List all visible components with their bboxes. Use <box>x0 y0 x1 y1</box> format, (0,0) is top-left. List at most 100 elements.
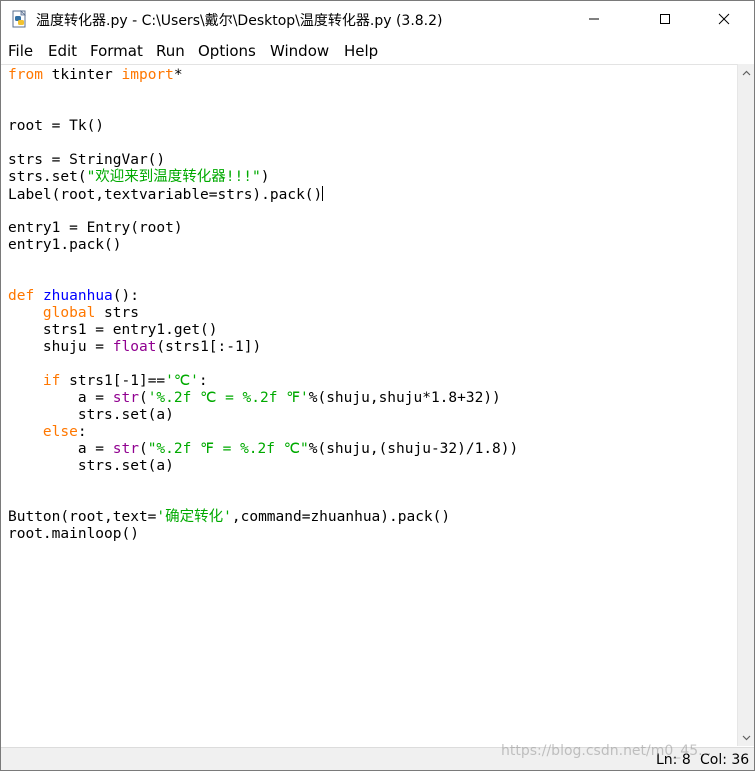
code-token: ( <box>138 390 148 406</box>
title-bar[interactable]: 温度转化器.py - C:\Users\戴尔\Desktop\温度转化器.py … <box>1 1 754 37</box>
code-line[interactable]: root = Tk() <box>8 118 518 135</box>
code-line[interactable]: global strs <box>8 305 518 322</box>
minimize-icon <box>589 18 599 20</box>
code-line[interactable] <box>8 101 518 118</box>
code-token: ,command=zhuanhua).pack() <box>231 509 451 525</box>
code-token: (strs1[:-1]) <box>156 339 262 355</box>
code-line[interactable] <box>8 475 518 492</box>
code-token: strs.set( <box>8 169 87 185</box>
code-line[interactable] <box>8 271 518 288</box>
code-line[interactable]: from tkinter import* <box>8 67 518 84</box>
code-line[interactable]: Button(root,text='确定转化',command=zhuanhua… <box>8 509 518 526</box>
code-line[interactable] <box>8 492 518 509</box>
code-token: def <box>8 288 35 304</box>
code-line[interactable]: entry1 = Entry(root) <box>8 220 518 237</box>
code-token: strs1[-1]== <box>60 373 166 389</box>
code-token: : <box>198 373 208 389</box>
code-token: '℃' <box>165 373 199 389</box>
code-token: entry1 = Entry(root) <box>8 220 183 236</box>
menu-options[interactable]: Options <box>198 42 256 60</box>
code-line[interactable]: strs.set("欢迎来到温度转化器!!!") <box>8 169 518 186</box>
code-token: from <box>8 67 43 83</box>
vertical-scrollbar[interactable] <box>737 64 754 746</box>
code-token: a = <box>8 390 113 406</box>
window-title: 温度转化器.py - C:\Users\戴尔\Desktop\温度转化器.py … <box>36 13 443 29</box>
code-token: strs <box>95 305 139 321</box>
code-token: (): <box>112 288 139 304</box>
code-line[interactable] <box>8 84 518 101</box>
idle-window: 温度转化器.py - C:\Users\戴尔\Desktop\温度转化器.py … <box>0 0 755 771</box>
code-token: "欢迎来到温度转化器!!!" <box>86 169 261 185</box>
code-line[interactable]: a = str("%.2f ℉ = %.2f ℃"%(shuju,(shuju-… <box>8 441 518 458</box>
code-line[interactable] <box>8 203 518 220</box>
code-text[interactable]: from tkinter import* root = Tk() strs = St… <box>8 67 518 543</box>
code-token: ) <box>260 169 270 185</box>
code-token: strs.set(a) <box>8 458 174 474</box>
code-line[interactable] <box>8 135 518 152</box>
close-button[interactable] <box>701 1 747 37</box>
code-line[interactable]: a = str('%.2f ℃ = %.2f ℉'%(shuju,shuju*1… <box>8 390 518 407</box>
code-token: zhuanhua <box>42 288 113 304</box>
code-line[interactable]: if strs1[-1]=='℃': <box>8 373 518 390</box>
menu-window[interactable]: Window <box>270 42 329 60</box>
scroll-up-button[interactable] <box>738 64 754 81</box>
code-token: '确定转化' <box>156 509 232 525</box>
code-token: import <box>121 67 174 83</box>
code-editor[interactable]: from tkinter import* root = Tk() strs = St… <box>1 64 737 747</box>
code-line[interactable]: def zhuanhua(): <box>8 288 518 305</box>
minimize-button[interactable] <box>571 1 617 37</box>
menu-edit[interactable]: Edit <box>48 42 77 60</box>
code-token: ( <box>138 441 148 457</box>
watermark: https://blog.csdn.net/m0_45... <box>501 743 712 759</box>
code-line[interactable]: shuju = float(strs1[:-1]) <box>8 339 518 356</box>
text-cursor <box>322 186 324 201</box>
code-line[interactable]: strs.set(a) <box>8 458 518 475</box>
arrow-up-icon <box>742 70 751 75</box>
code-token: if <box>42 373 61 389</box>
code-token: root.mainloop() <box>8 526 139 542</box>
arrow-down-icon <box>742 735 751 740</box>
code-line[interactable]: root.mainloop() <box>8 526 518 543</box>
code-token: global <box>42 305 96 321</box>
code-line[interactable] <box>8 254 518 271</box>
code-line[interactable]: strs1 = entry1.get() <box>8 322 518 339</box>
code-token: str <box>112 390 139 406</box>
code-token: str <box>112 441 139 457</box>
python-file-icon <box>11 10 29 28</box>
code-line[interactable] <box>8 356 518 373</box>
close-icon <box>718 13 730 25</box>
maximize-button[interactable] <box>642 1 688 37</box>
code-line[interactable]: else: <box>8 424 518 441</box>
code-token: tkinter <box>42 67 122 83</box>
code-token: strs.set(a) <box>8 407 174 423</box>
code-token: strs = StringVar() <box>8 152 166 168</box>
code-token: * <box>173 67 183 83</box>
code-line[interactable]: strs = StringVar() <box>8 152 518 169</box>
menu-file[interactable]: File <box>8 42 33 60</box>
menu-format[interactable]: Format <box>90 42 143 60</box>
code-line[interactable]: strs.set(a) <box>8 407 518 424</box>
code-token: else <box>42 424 78 440</box>
menu-run[interactable]: Run <box>156 42 185 60</box>
code-token: strs1 = entry1.get() <box>8 322 218 338</box>
code-token: %(shuju,(shuju-32)/1.8)) <box>308 441 519 457</box>
maximize-icon <box>660 14 670 24</box>
code-line[interactable]: Label(root,textvariable=strs).pack() <box>8 186 518 203</box>
code-line[interactable]: entry1.pack() <box>8 237 518 254</box>
code-token: root = Tk() <box>8 118 105 134</box>
code-token: entry1.pack() <box>8 237 122 253</box>
code-token: shuju = <box>8 339 113 355</box>
code-token: float <box>112 339 157 355</box>
code-token: Button(root,text= <box>8 509 157 525</box>
menu-help[interactable]: Help <box>344 42 378 60</box>
code-token: %(shuju,shuju*1.8+32)) <box>308 390 501 406</box>
menu-bar: File Edit Format Run Options Window Help <box>1 37 754 64</box>
code-token: : <box>77 424 87 440</box>
code-token: '%.2f ℃ = %.2f ℉' <box>147 390 309 406</box>
scroll-down-button[interactable] <box>738 729 754 746</box>
code-token: "%.2f ℉ = %.2f ℃" <box>147 441 309 457</box>
